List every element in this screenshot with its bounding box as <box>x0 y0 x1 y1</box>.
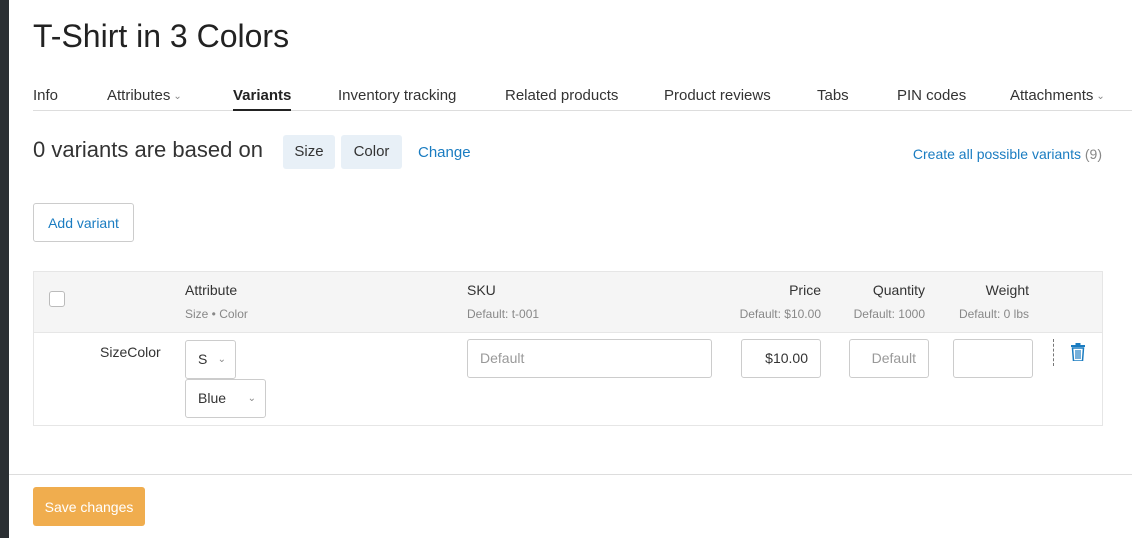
select-all-checkbox[interactable] <box>49 291 65 307</box>
footer-divider <box>9 474 1132 475</box>
tab-info[interactable]: Info <box>33 87 58 111</box>
price-input[interactable]: $10.00 <box>741 339 821 378</box>
chevron-down-icon: ⌄ <box>217 354 226 365</box>
column-header-quantity: Quantity <box>872 282 925 298</box>
tab-related-products[interactable]: Related products <box>505 87 618 111</box>
tab-pin-codes[interactable]: PIN codes <box>897 87 966 111</box>
color-select[interactable]: Blue ⌄ <box>185 379 266 418</box>
tab-attributes[interactable]: Attributes ⌄ <box>107 87 182 111</box>
variants-summary: 0 variants are based on <box>33 137 263 162</box>
color-select-value: Blue <box>198 390 227 406</box>
tab-attachments[interactable]: Attachments ⌄ <box>1010 87 1105 111</box>
create-all-variants-link[interactable]: Create all possible variants <box>913 146 1081 162</box>
chevron-down-icon: ⌄ <box>247 393 256 404</box>
column-sub-sku: Default: t-001 <box>467 307 540 321</box>
add-variant-button[interactable]: Add variant <box>33 203 134 242</box>
chevron-down-icon: ⌄ <box>173 91 182 102</box>
variant-name: SizeColor <box>100 344 161 360</box>
column-header-attribute: Attribute <box>185 282 238 298</box>
column-header-price: Price <box>789 282 821 298</box>
size-select-value: S <box>198 351 208 367</box>
variants-count: (9) <box>1084 146 1102 162</box>
attribute-chip-size: Size <box>283 135 335 169</box>
size-select[interactable]: S ⌄ <box>185 340 236 379</box>
save-changes-button[interactable]: Save changes <box>33 487 145 526</box>
column-header-weight: Weight <box>985 282 1029 298</box>
column-sub-attribute: Size • Color <box>185 307 248 321</box>
column-sub-quantity: Default: 1000 <box>853 307 925 321</box>
column-header-sku: SKU <box>467 282 496 298</box>
row-actions-divider <box>1053 339 1054 366</box>
tab-product-reviews[interactable]: Product reviews <box>664 87 771 111</box>
sku-input[interactable]: Default <box>467 339 712 378</box>
quantity-input[interactable]: Default <box>849 339 929 378</box>
left-edge-bar <box>0 0 9 538</box>
column-sub-price: Default: $10.00 <box>739 307 821 321</box>
trash-icon[interactable] <box>1071 343 1085 361</box>
table-header: Attribute Size • Color SKU Default: t-00… <box>34 272 1102 333</box>
variants-table: Attribute Size • Color SKU Default: t-00… <box>33 271 1103 426</box>
create-all-variants[interactable]: Create all possible variants (9) <box>913 146 1102 162</box>
tab-tabs[interactable]: Tabs <box>817 87 849 111</box>
tab-variants[interactable]: Variants <box>233 87 292 111</box>
change-attributes-link[interactable]: Change <box>418 144 471 161</box>
column-sub-weight: Default: 0 lbs <box>958 307 1029 321</box>
tab-bar: Info Attributes ⌄ Variants Inventory trac… <box>33 87 1132 111</box>
tab-inventory-tracking[interactable]: Inventory tracking <box>338 87 456 111</box>
chevron-down-icon: ⌄ <box>1096 91 1105 102</box>
page-title: T-Shirt in 3 Colors <box>33 18 290 54</box>
attribute-chip-color: Color <box>341 135 402 169</box>
weight-input[interactable] <box>953 339 1033 378</box>
